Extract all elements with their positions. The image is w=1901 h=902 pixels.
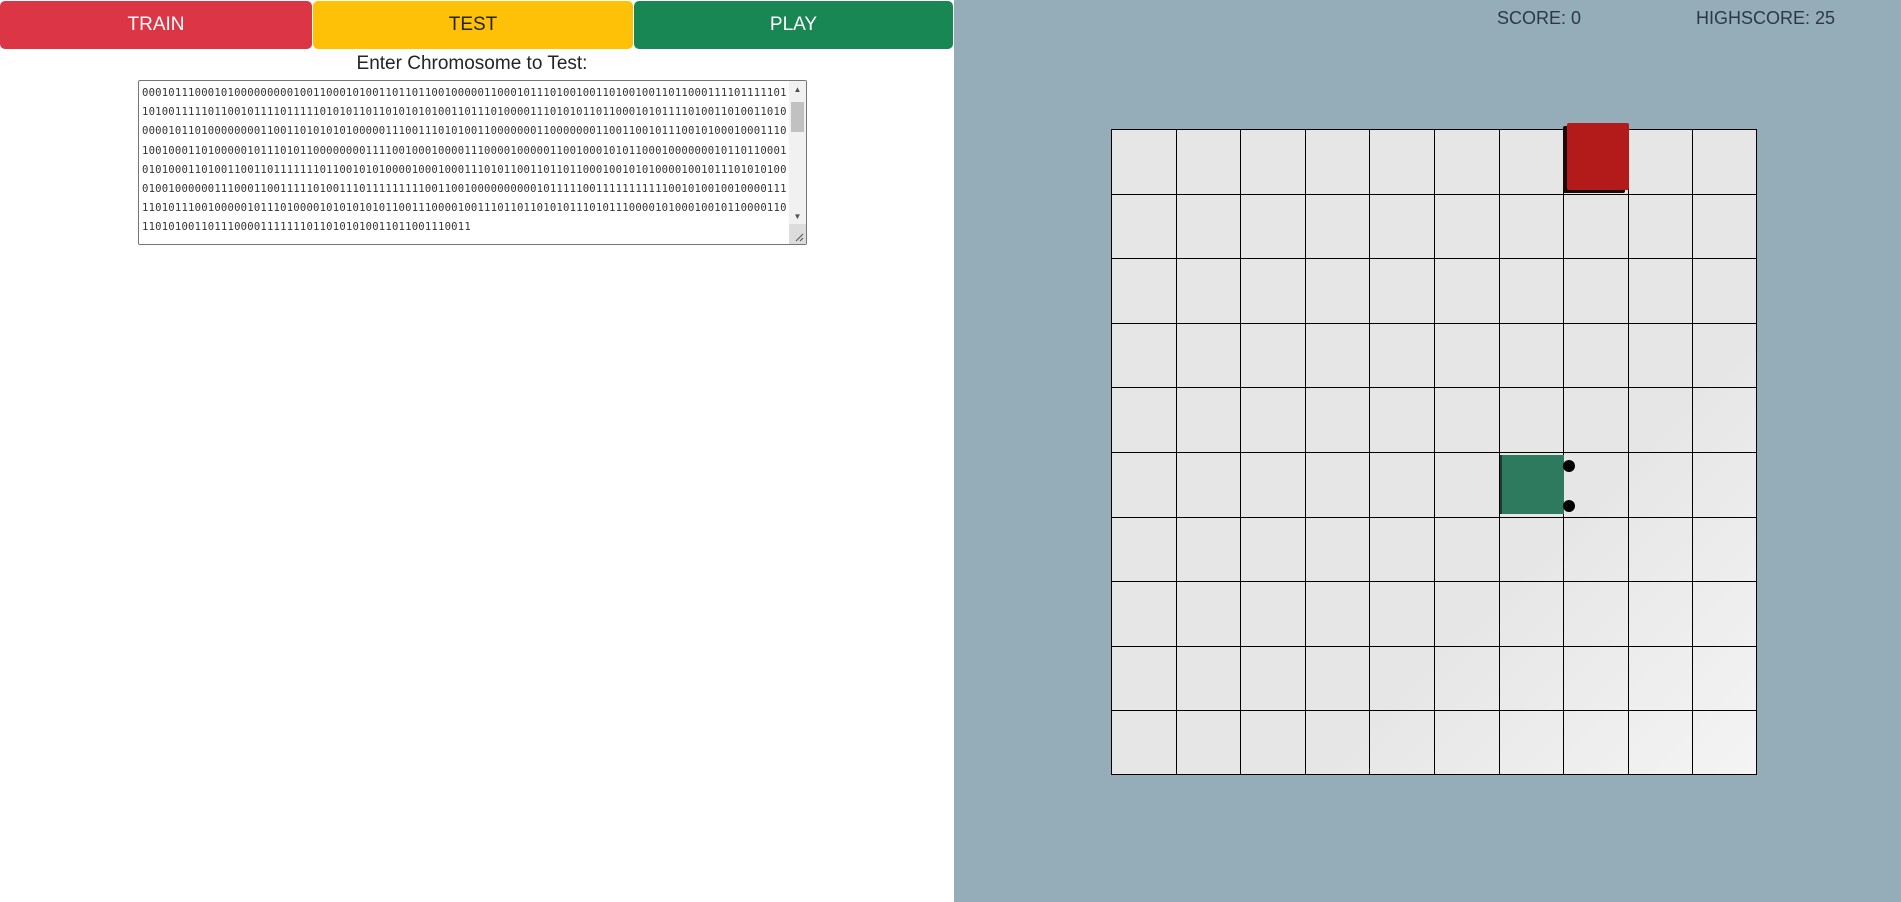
mode-button-bar: TRAIN TEST PLAY xyxy=(0,0,954,50)
scroll-up-arrow-icon[interactable]: ▲ xyxy=(789,81,806,98)
game-board[interactable] xyxy=(1111,129,1757,775)
chromosome-prompt-label: Enter Chromosome to Test: xyxy=(356,53,588,74)
snake-head xyxy=(1502,455,1564,514)
resize-handle-icon[interactable] xyxy=(789,224,806,244)
board-grid xyxy=(1111,129,1757,775)
play-button[interactable]: PLAY xyxy=(634,1,953,49)
snake-eye-icon xyxy=(1563,500,1575,512)
highscore-display: HIGHSCORE: 25 xyxy=(1696,8,1836,28)
score-display: SCORE: 0 xyxy=(1497,8,1582,28)
textarea-scrollbar[interactable]: ▲ ▼ xyxy=(789,81,806,225)
food-block xyxy=(1567,123,1629,190)
scroll-down-arrow-icon[interactable]: ▼ xyxy=(789,208,806,225)
control-panel: TRAIN TEST PLAY Enter Chromosome to Test… xyxy=(0,0,954,902)
chromosome-text[interactable]: 0001011100010100000000010011000101001101… xyxy=(142,84,788,242)
train-button[interactable]: TRAIN xyxy=(0,1,312,49)
test-button[interactable]: TEST xyxy=(313,1,633,49)
scroll-thumb[interactable] xyxy=(791,102,804,132)
snake-eye-icon xyxy=(1563,460,1575,472)
chromosome-textarea[interactable]: 0001011100010100000000010011000101001101… xyxy=(138,80,807,245)
